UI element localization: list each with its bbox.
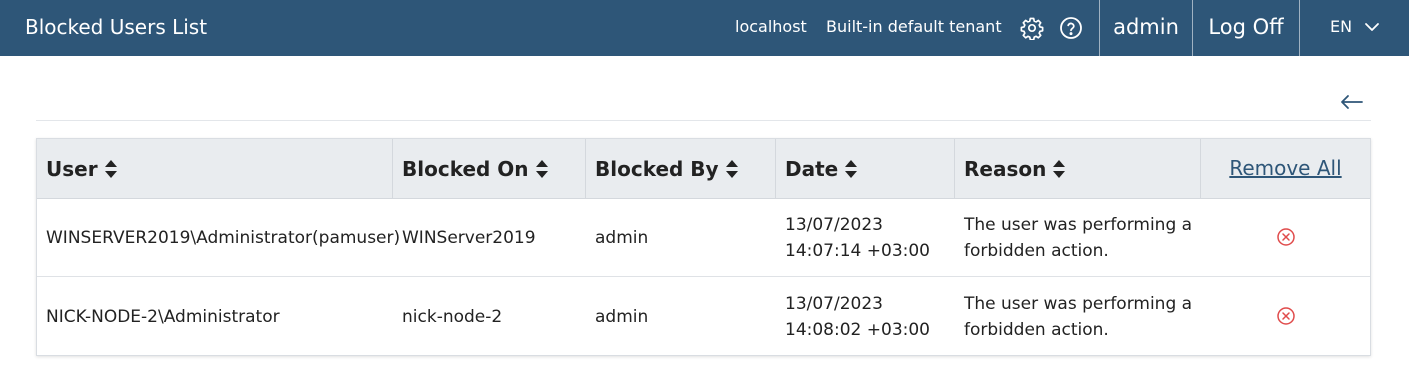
cell-blocked-by: admin: [595, 307, 649, 327]
page-title: Blocked Users List: [25, 15, 208, 39]
header-divider: [1299, 0, 1300, 56]
tenant-label: Built-in default tenant: [826, 17, 1002, 36]
gear-icon[interactable]: [1020, 16, 1044, 40]
cell-blocked-on: WINServer2019: [402, 228, 536, 248]
remove-circle-icon[interactable]: [1276, 306, 1296, 326]
column-header-reason[interactable]: Reason: [955, 139, 1200, 199]
column-header-label: Date: [785, 157, 839, 181]
column-header-label: Blocked On: [402, 157, 529, 181]
top-bar: Blocked Users List localhost Built-in de…: [0, 0, 1409, 56]
table-header: User Blocked On Blocked By Date Reason R…: [37, 139, 1370, 199]
time-line: 14:07:14 +03:00: [785, 241, 930, 261]
remove-all-button[interactable]: Remove All: [1201, 139, 1370, 199]
cell-blocked-on: nick-node-2: [402, 307, 503, 327]
table-row: WINSERVER2019\Administrator(pamuser) WIN…: [37, 199, 1370, 277]
column-header-label: User: [46, 157, 98, 181]
log-off-button[interactable]: Log Off: [1193, 0, 1299, 56]
help-circle-icon[interactable]: [1059, 16, 1083, 40]
time-line: 14:08:02 +03:00: [785, 320, 930, 340]
sort-icon: [1053, 160, 1066, 178]
date-line: 13/07/2023: [785, 215, 883, 235]
cell-date: 13/07/2023 14:07:14 +03:00: [776, 199, 954, 277]
cell-reason: The user was performing a forbidden actio…: [955, 278, 1200, 356]
host-label: localhost: [735, 17, 807, 36]
date-line: 13/07/2023: [785, 294, 883, 314]
column-header-blocked-by[interactable]: Blocked By: [586, 139, 775, 199]
language-selector[interactable]: EN: [1330, 0, 1352, 56]
current-user: admin: [1113, 15, 1179, 39]
column-header-label: Blocked By: [595, 157, 719, 181]
chevron-down-icon[interactable]: [1364, 19, 1380, 35]
blocked-users-table: User Blocked On Blocked By Date Reason R…: [36, 138, 1371, 356]
column-header-label: Reason: [964, 157, 1047, 181]
table-row: NICK-NODE-2\Administrator nick-node-2 ad…: [37, 278, 1370, 356]
column-header-blocked-on[interactable]: Blocked On: [393, 139, 585, 199]
remove-circle-icon[interactable]: [1276, 227, 1296, 247]
reason-line: The user was performing a: [964, 294, 1193, 314]
divider-line: [36, 120, 1371, 121]
cell-user: NICK-NODE-2\Administrator: [46, 307, 280, 327]
cell-reason: The user was performing a forbidden actio…: [955, 199, 1200, 277]
sort-icon: [725, 160, 738, 178]
sort-icon: [845, 160, 858, 178]
cell-date: 13/07/2023 14:08:02 +03:00: [776, 278, 954, 356]
reason-line: forbidden action.: [964, 320, 1109, 340]
sort-icon: [104, 160, 117, 178]
arrow-left-icon[interactable]: [1339, 90, 1365, 114]
column-header-user[interactable]: User: [37, 139, 392, 199]
sort-icon: [535, 160, 548, 178]
reason-line: forbidden action.: [964, 241, 1109, 261]
column-header-date[interactable]: Date: [776, 139, 954, 199]
cell-user: WINSERVER2019\Administrator(pamuser): [46, 228, 401, 248]
cell-blocked-by: admin: [595, 228, 649, 248]
reason-line: The user was performing a: [964, 215, 1193, 235]
